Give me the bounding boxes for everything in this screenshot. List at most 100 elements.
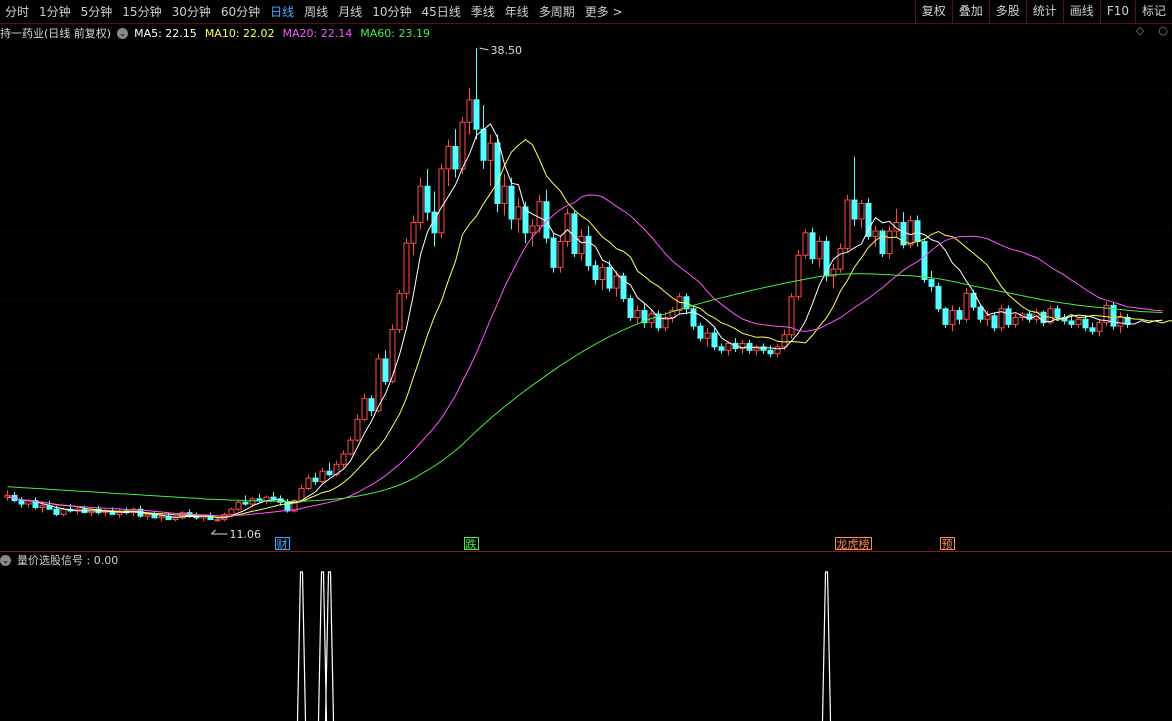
candle	[1012, 314, 1019, 328]
event-marker-1[interactable]: 跌	[463, 537, 479, 551]
candle-body	[606, 266, 613, 289]
event-marker-3[interactable]: 预	[939, 537, 955, 551]
signal-spike-2	[324, 571, 335, 721]
candle	[711, 327, 718, 351]
candle-body	[417, 185, 424, 223]
tool-button-1[interactable]: 叠加	[951, 0, 989, 24]
period-tab-1[interactable]: 1分钟	[34, 0, 76, 24]
candle-body	[872, 230, 879, 237]
candle	[18, 497, 25, 508]
candle	[312, 472, 319, 486]
candle	[305, 474, 312, 491]
candle	[501, 174, 508, 216]
candle-body	[991, 315, 998, 329]
period-tab-9[interactable]: 10分钟	[367, 0, 416, 24]
candle	[368, 395, 375, 416]
candle-body	[760, 346, 767, 351]
tool-button-4[interactable]: 画线	[1062, 0, 1100, 24]
candle	[361, 393, 368, 422]
candle	[921, 238, 928, 283]
candle-body	[781, 334, 788, 348]
period-tab-4[interactable]: 30分钟	[167, 0, 216, 24]
candle-body	[361, 398, 368, 420]
candle	[410, 215, 417, 256]
candle	[214, 517, 221, 522]
candle	[767, 345, 774, 358]
tool-button-5[interactable]: F10	[1099, 0, 1135, 24]
candle-body	[928, 278, 935, 287]
diamond-icon[interactable]: ◇	[1136, 24, 1144, 37]
period-tab-6[interactable]: 日线	[265, 0, 299, 24]
signal-spike-0	[296, 571, 307, 721]
candle	[634, 305, 641, 325]
period-tab-14[interactable]: 更多 >	[580, 0, 628, 24]
min-pointer-head	[211, 529, 216, 535]
candle-body	[634, 310, 641, 318]
candle-body	[725, 342, 732, 351]
candle	[830, 263, 837, 289]
candle	[872, 225, 879, 247]
period-tab-5[interactable]: 60分钟	[216, 0, 265, 24]
candle-body	[704, 332, 711, 339]
candle-body	[256, 498, 263, 502]
candle	[655, 310, 662, 332]
candle	[781, 329, 788, 351]
period-tab-7[interactable]: 周线	[299, 0, 333, 24]
indicator-toggle-icon[interactable]: ⌄	[0, 554, 11, 566]
tool-button-3[interactable]: 统计	[1025, 0, 1063, 24]
candle-body	[571, 213, 578, 255]
period-tab-10[interactable]: 45日线	[416, 0, 465, 24]
indicator-chart[interactable]	[0, 568, 1172, 721]
collapse-toggle-icon[interactable]: ⌄	[117, 27, 129, 39]
candle-body	[242, 501, 249, 505]
candle-body	[305, 477, 312, 489]
candle-body	[767, 349, 774, 355]
candle	[452, 129, 459, 178]
candlestick-chart[interactable]: 38.50 11.06	[0, 42, 1172, 551]
candle-body	[228, 508, 235, 515]
panel-separator	[0, 551, 1172, 552]
period-tab-12[interactable]: 年线	[500, 0, 534, 24]
tool-button-6[interactable]: 标记	[1134, 0, 1172, 24]
candle-body	[557, 240, 564, 268]
ma-line-ma5	[7, 123, 1163, 519]
candle-body	[53, 508, 60, 515]
candle-body	[774, 346, 781, 355]
circle-icon[interactable]: ○	[1158, 24, 1168, 37]
period-tab-8[interactable]: 月线	[333, 0, 367, 24]
candle	[816, 236, 823, 268]
candle	[319, 467, 326, 484]
candle	[1005, 305, 1012, 328]
tool-button-0[interactable]: 复权	[914, 0, 952, 24]
period-tab-11[interactable]: 季线	[466, 0, 500, 24]
period-tab-3[interactable]: 15分钟	[117, 0, 166, 24]
candle	[963, 288, 970, 323]
candle-body	[984, 315, 991, 320]
period-toolbar: 分时 1分钟 5分钟 15分钟 30分钟 60分钟 日线 周线 月线 10分钟 45日线 季线 年线 多周…	[0, 0, 1172, 24]
candle-body	[935, 285, 942, 310]
candle	[1082, 315, 1089, 332]
candle	[620, 272, 627, 302]
tool-button-2[interactable]: 多股	[988, 0, 1026, 24]
candle-body	[480, 128, 487, 161]
candle	[1026, 310, 1033, 323]
candle-body	[487, 142, 494, 161]
max-price-label: 38.50	[491, 44, 523, 57]
candle	[956, 307, 963, 325]
period-tab-2[interactable]: 5分钟	[76, 0, 118, 24]
candle-body	[368, 398, 375, 412]
candle-body	[837, 247, 844, 270]
candle	[844, 194, 851, 252]
candle-body	[410, 221, 417, 244]
candle-body	[809, 232, 816, 260]
corner-icons: ◇ ○	[1122, 24, 1168, 37]
period-tab-0[interactable]: 分时	[0, 0, 34, 24]
event-marker-0[interactable]: 财	[274, 537, 290, 551]
ma20-value: MA20: 22.14	[282, 26, 353, 40]
candle-body	[1012, 316, 1019, 325]
period-tab-13[interactable]: 多周期	[534, 0, 580, 24]
candle	[928, 270, 935, 292]
candle-body	[795, 254, 802, 298]
candle-body	[865, 202, 872, 237]
event-marker-2[interactable]: 龙虎榜	[834, 537, 872, 551]
